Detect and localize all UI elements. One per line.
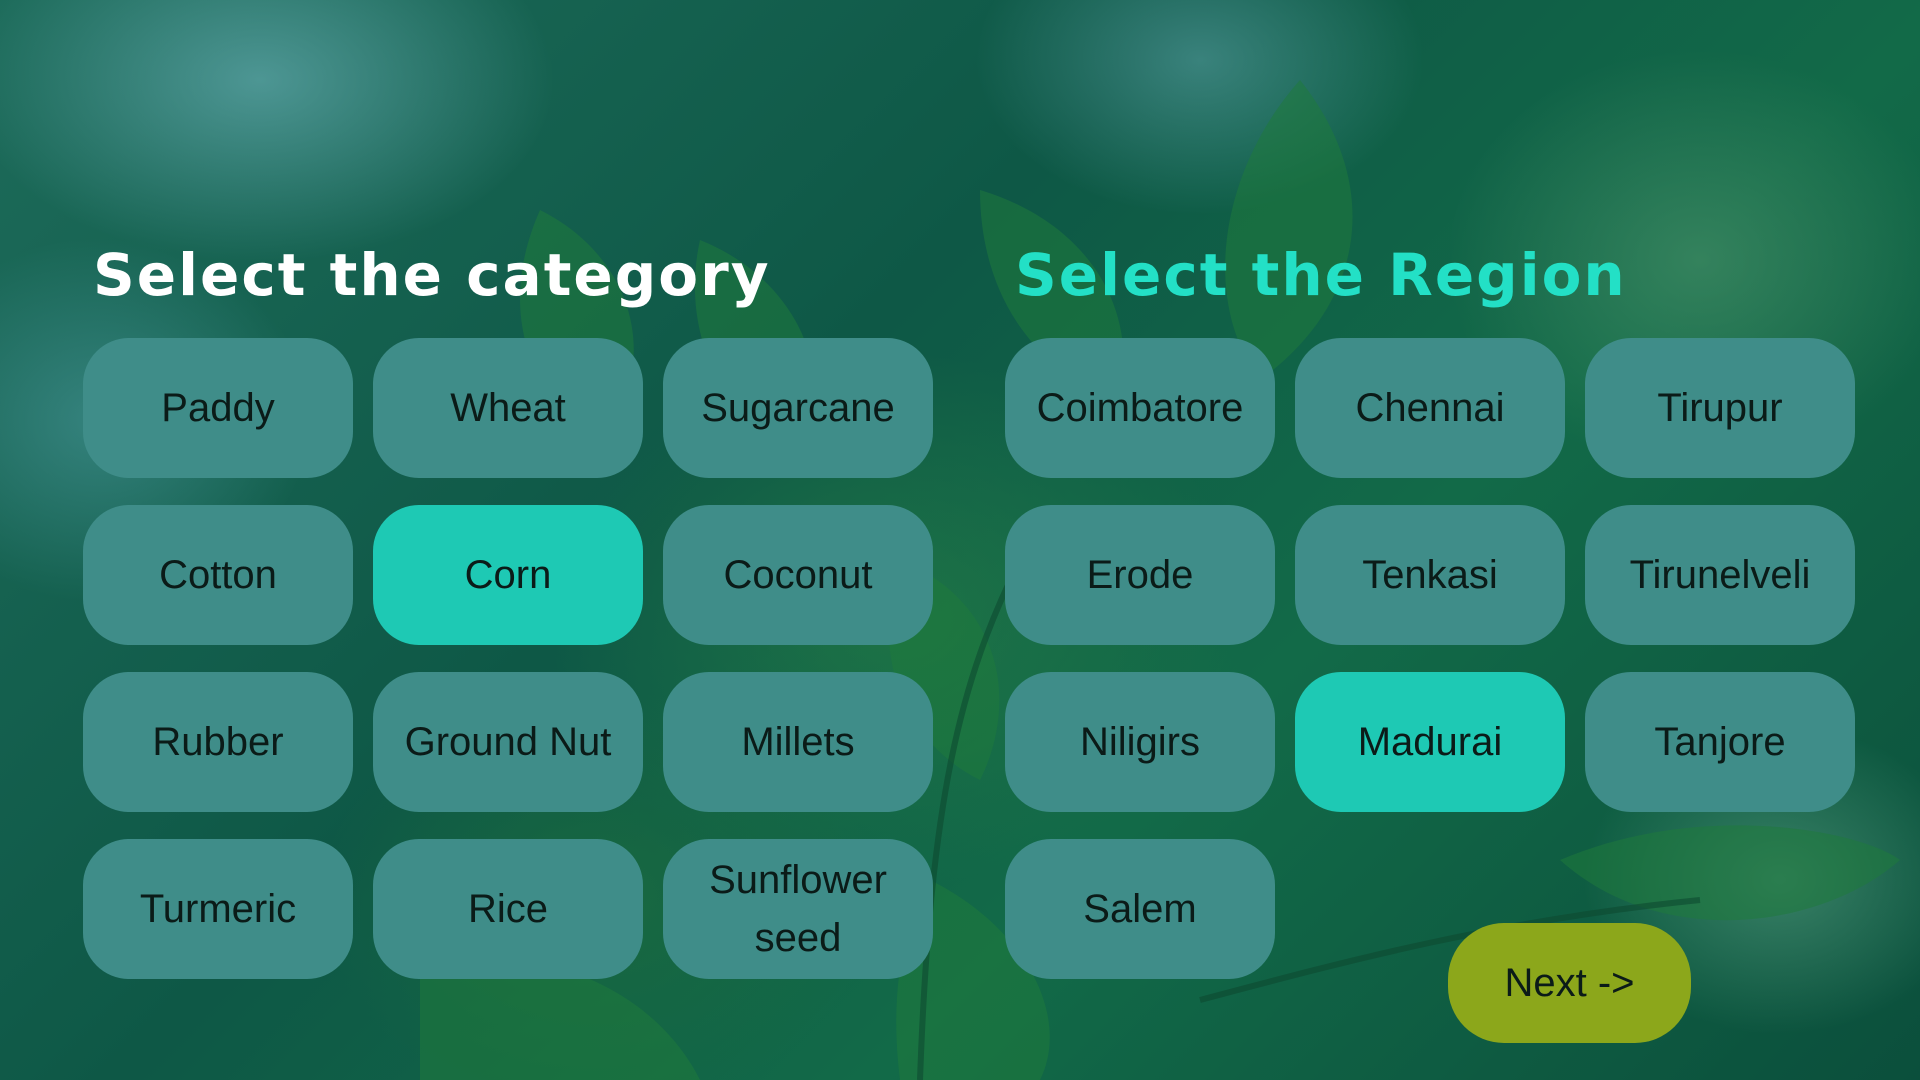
- category-option-sunflower-seed[interactable]: Sunflower seed: [663, 839, 933, 979]
- category-option-cotton[interactable]: Cotton: [83, 505, 353, 645]
- category-option-paddy[interactable]: Paddy: [83, 338, 353, 478]
- category-option-turmeric[interactable]: Turmeric: [83, 839, 353, 979]
- category-option-wheat[interactable]: Wheat: [373, 338, 643, 478]
- region-option-tenkasi[interactable]: Tenkasi: [1295, 505, 1565, 645]
- region-option-chennai[interactable]: Chennai: [1295, 338, 1565, 478]
- category-option-rubber[interactable]: Rubber: [83, 672, 353, 812]
- region-option-niligirs[interactable]: Niligirs: [1005, 672, 1275, 812]
- category-option-sugarcane[interactable]: Sugarcane: [663, 338, 933, 478]
- category-option-coconut[interactable]: Coconut: [663, 505, 933, 645]
- region-heading: Select the Region: [1015, 241, 1627, 309]
- region-option-tanjore[interactable]: Tanjore: [1585, 672, 1855, 812]
- category-option-millets[interactable]: Millets: [663, 672, 933, 812]
- category-heading: Select the category: [93, 241, 771, 309]
- region-option-erode[interactable]: Erode: [1005, 505, 1275, 645]
- region-option-salem[interactable]: Salem: [1005, 839, 1275, 979]
- region-option-coimbatore[interactable]: Coimbatore: [1005, 338, 1275, 478]
- next-button[interactable]: Next ->: [1448, 923, 1691, 1043]
- category-option-corn[interactable]: Corn: [373, 505, 643, 645]
- category-option-rice[interactable]: Rice: [373, 839, 643, 979]
- category-option-ground-nut[interactable]: Ground Nut: [373, 672, 643, 812]
- region-option-tirupur[interactable]: Tirupur: [1585, 338, 1855, 478]
- region-option-tirunelveli[interactable]: Tirunelveli: [1585, 505, 1855, 645]
- region-option-madurai[interactable]: Madurai: [1295, 672, 1565, 812]
